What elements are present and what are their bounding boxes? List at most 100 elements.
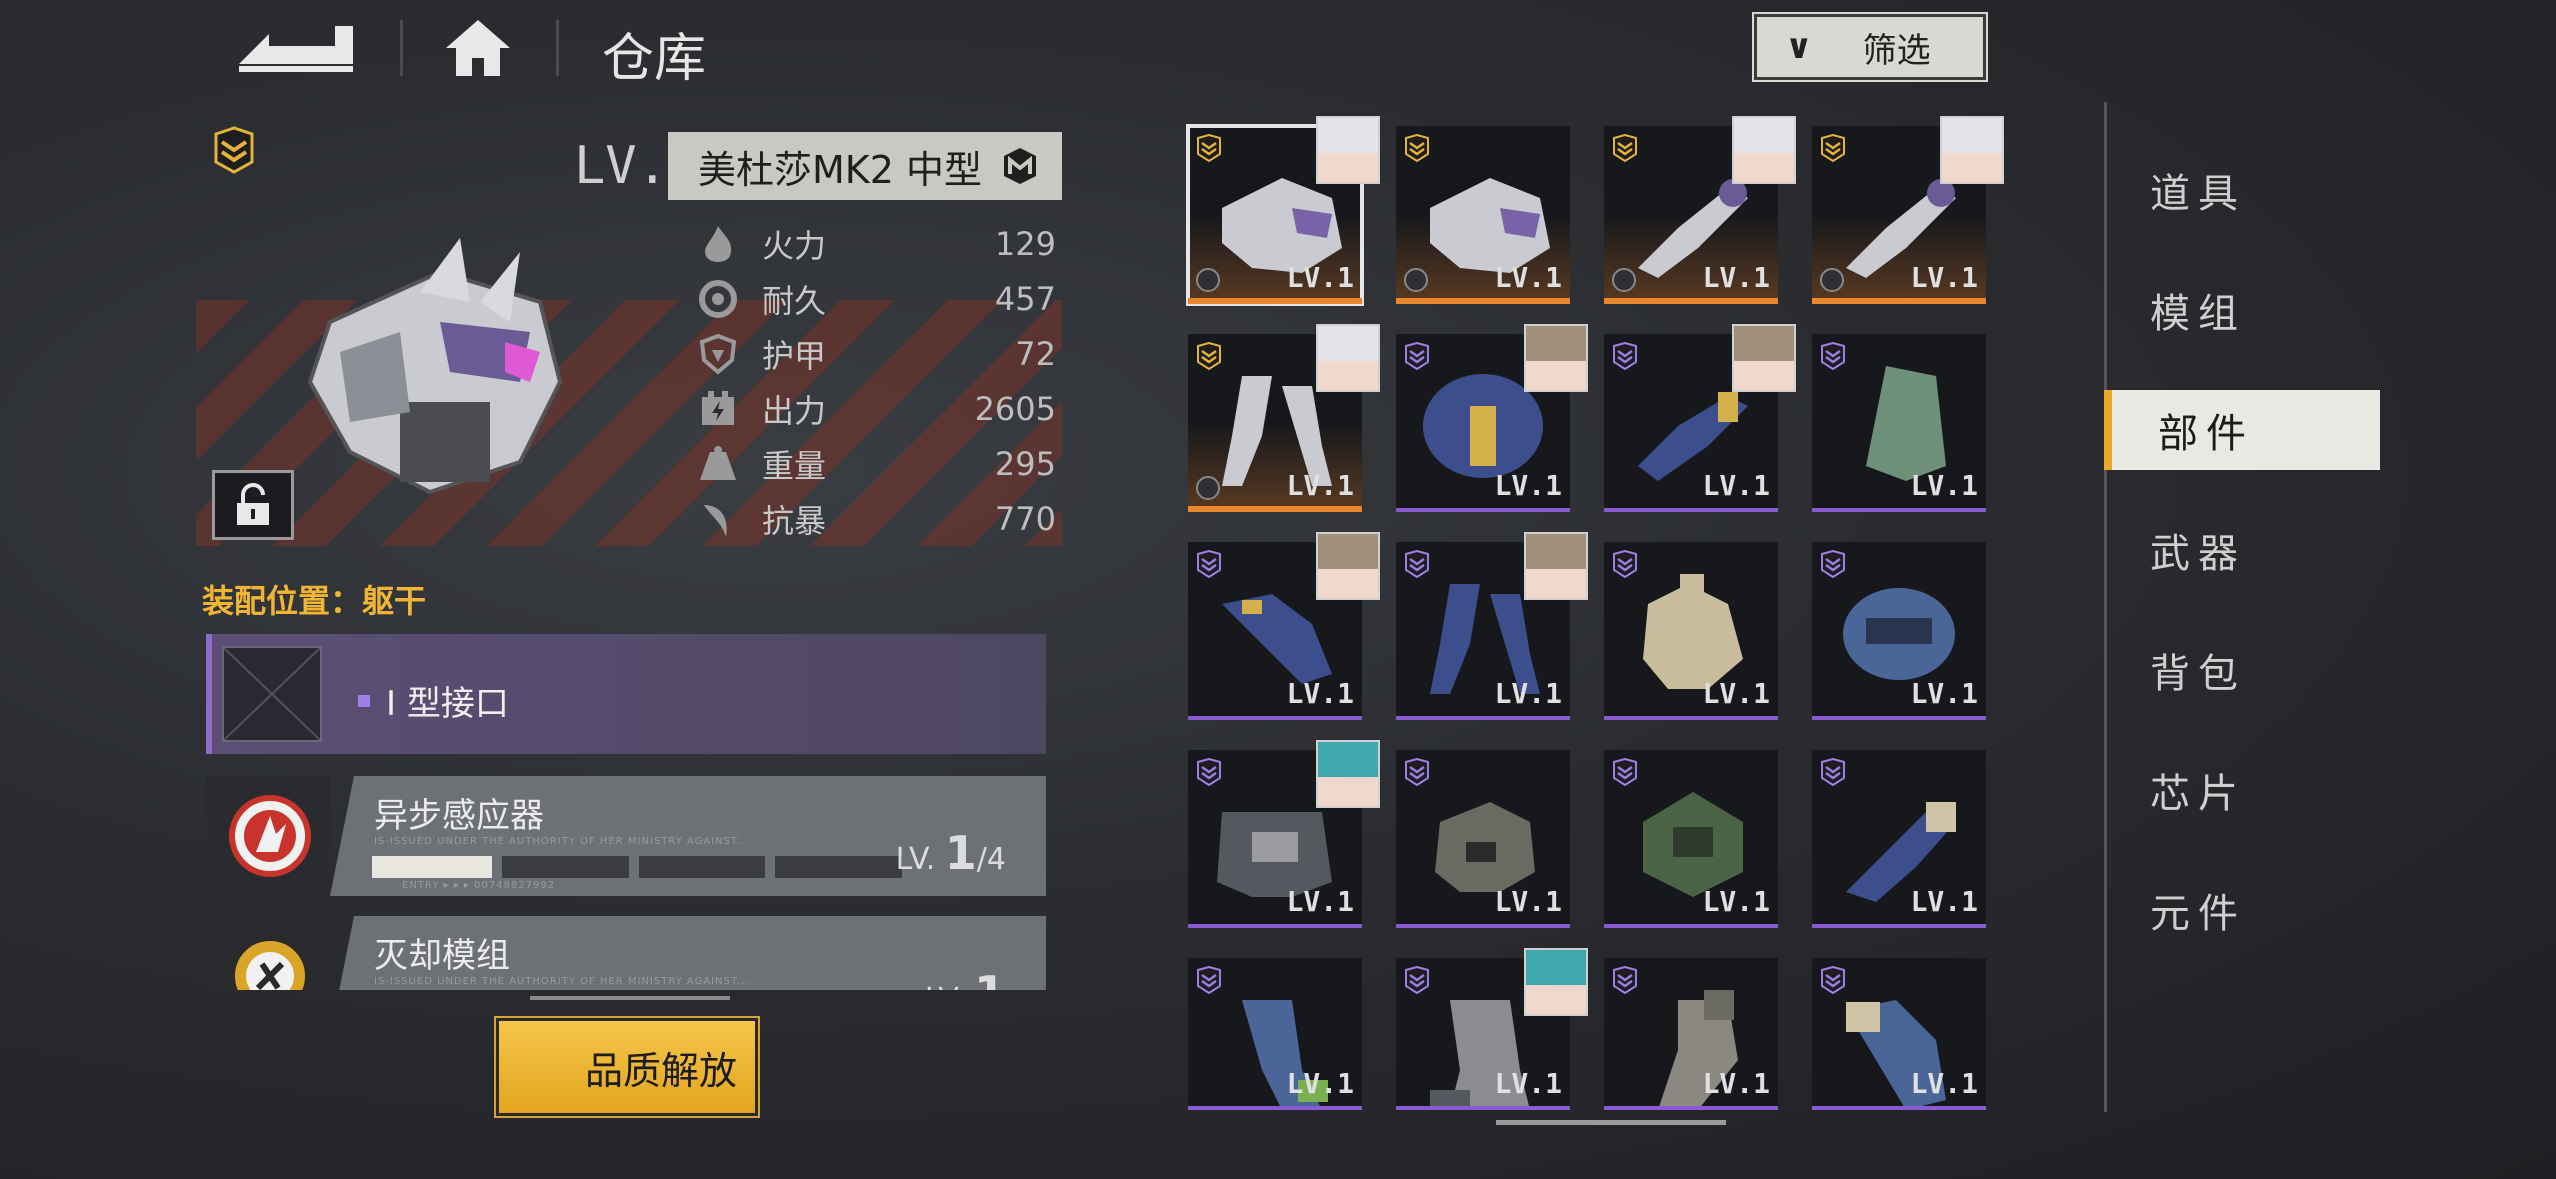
part-card[interactable]: LV.1 [1396,126,1570,304]
grid-scrollbar[interactable] [1496,1120,1726,1125]
pilot-avatar-brown-hair [1316,532,1380,600]
rarity-badge-icon [1197,134,1221,162]
chevron-down-icon: ∨ [1785,27,1813,67]
filter-button[interactable]: ∨ 筛选 [1752,12,1988,82]
rarity-badge-icon [1197,966,1221,994]
part-card[interactable]: LV.1 [1812,542,1986,720]
module-level-prefix: LV. [925,982,965,990]
part-name: 美杜莎MK2 中型 [698,147,982,192]
part-thumbnail [1430,178,1550,273]
part-level: LV.1 [1494,677,1562,710]
pilot-avatar-teal-hair [1316,740,1380,808]
nav-item[interactable]: 元件 [2150,870,2380,950]
module-card[interactable]: 异步感应器 IS-ISSUED UNDER THE AUTHORITY OF H… [206,776,1046,896]
quality-release-button[interactable]: 品质解放 [494,1016,760,1118]
module-fine-text: IS-ISSUED UNDER THE AUTHORITY OF HER MIN… [374,836,750,847]
stat-row: 耐久 457 [696,275,1056,323]
rarity-badge-icon [1613,134,1637,162]
rarity-badge-icon [1405,966,1429,994]
module-level-num: 1 [974,966,1006,990]
module-progress-bar [372,856,903,878]
stat-value: 770 [994,500,1056,538]
rarity-badge-icon [1821,550,1845,578]
rarity-badge-icon [1197,758,1221,786]
nav-item[interactable]: 道具 [2150,150,2380,230]
part-card[interactable]: LV.1 [1396,750,1570,928]
nav-item[interactable]: 武器 [2150,510,2380,590]
medium-class-icon [1003,148,1036,184]
nav-item[interactable]: 芯片 [2150,750,2380,830]
rarity-badge-icon [1821,342,1845,370]
module-title: 异步感应器 [374,796,544,836]
part-card[interactable]: LV.1 [1604,750,1778,928]
module-fine-text: IS-ISSUED UNDER THE AUTHORITY OF HER MIN… [374,976,750,987]
module-emblem-area [206,916,330,990]
header-divider [400,20,403,76]
header-divider [556,20,559,76]
module-emblem-area [206,776,330,896]
home-button[interactable] [442,16,514,80]
home-icon [446,20,510,76]
module-title: 灭却模组 [374,936,510,976]
part-level: LV.1 [1910,261,1978,294]
part-thumbnail [1866,366,1946,481]
nav-divider [2104,102,2107,1112]
rarity-badge-icon [1405,342,1429,370]
part-card[interactable]: LV.1 [1604,958,1778,1110]
annihilation-module-emblem-icon [229,935,311,990]
pilot-avatar-white-hair [1732,116,1796,184]
module-card[interactable]: 灭却模组 IS-ISSUED UNDER THE AUTHORITY OF HE… [206,916,1046,990]
equipped-gear-icon [1612,268,1636,292]
part-level: LV.1 [1702,469,1770,502]
nav-item[interactable]: 部件 [2104,390,2380,470]
pilot-avatar-brown-hair [1524,324,1588,392]
part-level: LV.1 [1494,261,1562,294]
module-level-max: /4 [976,842,1006,877]
part-thumbnail [1843,588,1955,680]
rarity-badge-icon [1197,550,1221,578]
stat-name: 火力 [762,227,827,265]
stat-row: 出力 2605 [696,385,1056,433]
part-card[interactable]: LV.1 [1604,542,1778,720]
weight-icon [700,446,736,480]
nav-item[interactable]: 模组 [2150,270,2380,350]
module-list-scrollbar[interactable] [530,996,730,1000]
rarity-badge-icon [1613,758,1637,786]
rarity-badge-icon [1613,342,1637,370]
part-card[interactable]: LV.1 [1812,958,1986,1110]
part-card[interactable]: LV.1 [1812,334,1986,512]
equipped-gear-icon [1196,476,1220,500]
lock-toggle-button[interactable] [212,470,294,540]
stat-row: 护甲 72 [696,330,1056,378]
durability-icon [699,280,737,318]
part-level: LV.1 [1702,885,1770,918]
rarity-badge-icon [1405,758,1429,786]
firepower-icon [705,226,732,262]
stat-value: 457 [994,280,1056,318]
stat-row: 抗暴 770 [696,495,1056,543]
interface-type: I 型接口 [358,676,509,725]
rarity-badge-icon [1405,550,1429,578]
part-level: LV.1 [1910,885,1978,918]
part-card[interactable]: LV.1 [1188,958,1362,1110]
part-thumbnail [1435,802,1535,892]
pilot-avatar-white-hair [1316,116,1380,184]
part-card[interactable]: LV.1 [1812,750,1986,928]
interface-slot[interactable] [206,634,1046,754]
interface-type-label: I 型接口 [386,684,509,724]
module-entry-text: ENTRY ▸ ▸ ▸ 00748827992 [402,880,556,891]
rarity-badge-icon [1613,550,1637,578]
stat-value: 72 [1015,335,1056,373]
page-title: 仓库 [602,29,707,89]
module-level: LV. 1 [925,966,1006,990]
part-level: LV.1 [1494,469,1562,502]
back-button[interactable] [225,20,365,76]
rarity-badge-icon [1821,758,1845,786]
part-level: LV.1 [1494,1067,1562,1100]
nav-item[interactable]: 背包 [2150,630,2380,710]
pilot-avatar-brown-hair [1732,324,1796,392]
rarity-badge-icon [1197,342,1221,370]
rarity-badge-icon [1821,134,1845,162]
pilot-avatar-white-hair [1940,116,2004,184]
part-level: LV.1 [1910,1067,1978,1100]
